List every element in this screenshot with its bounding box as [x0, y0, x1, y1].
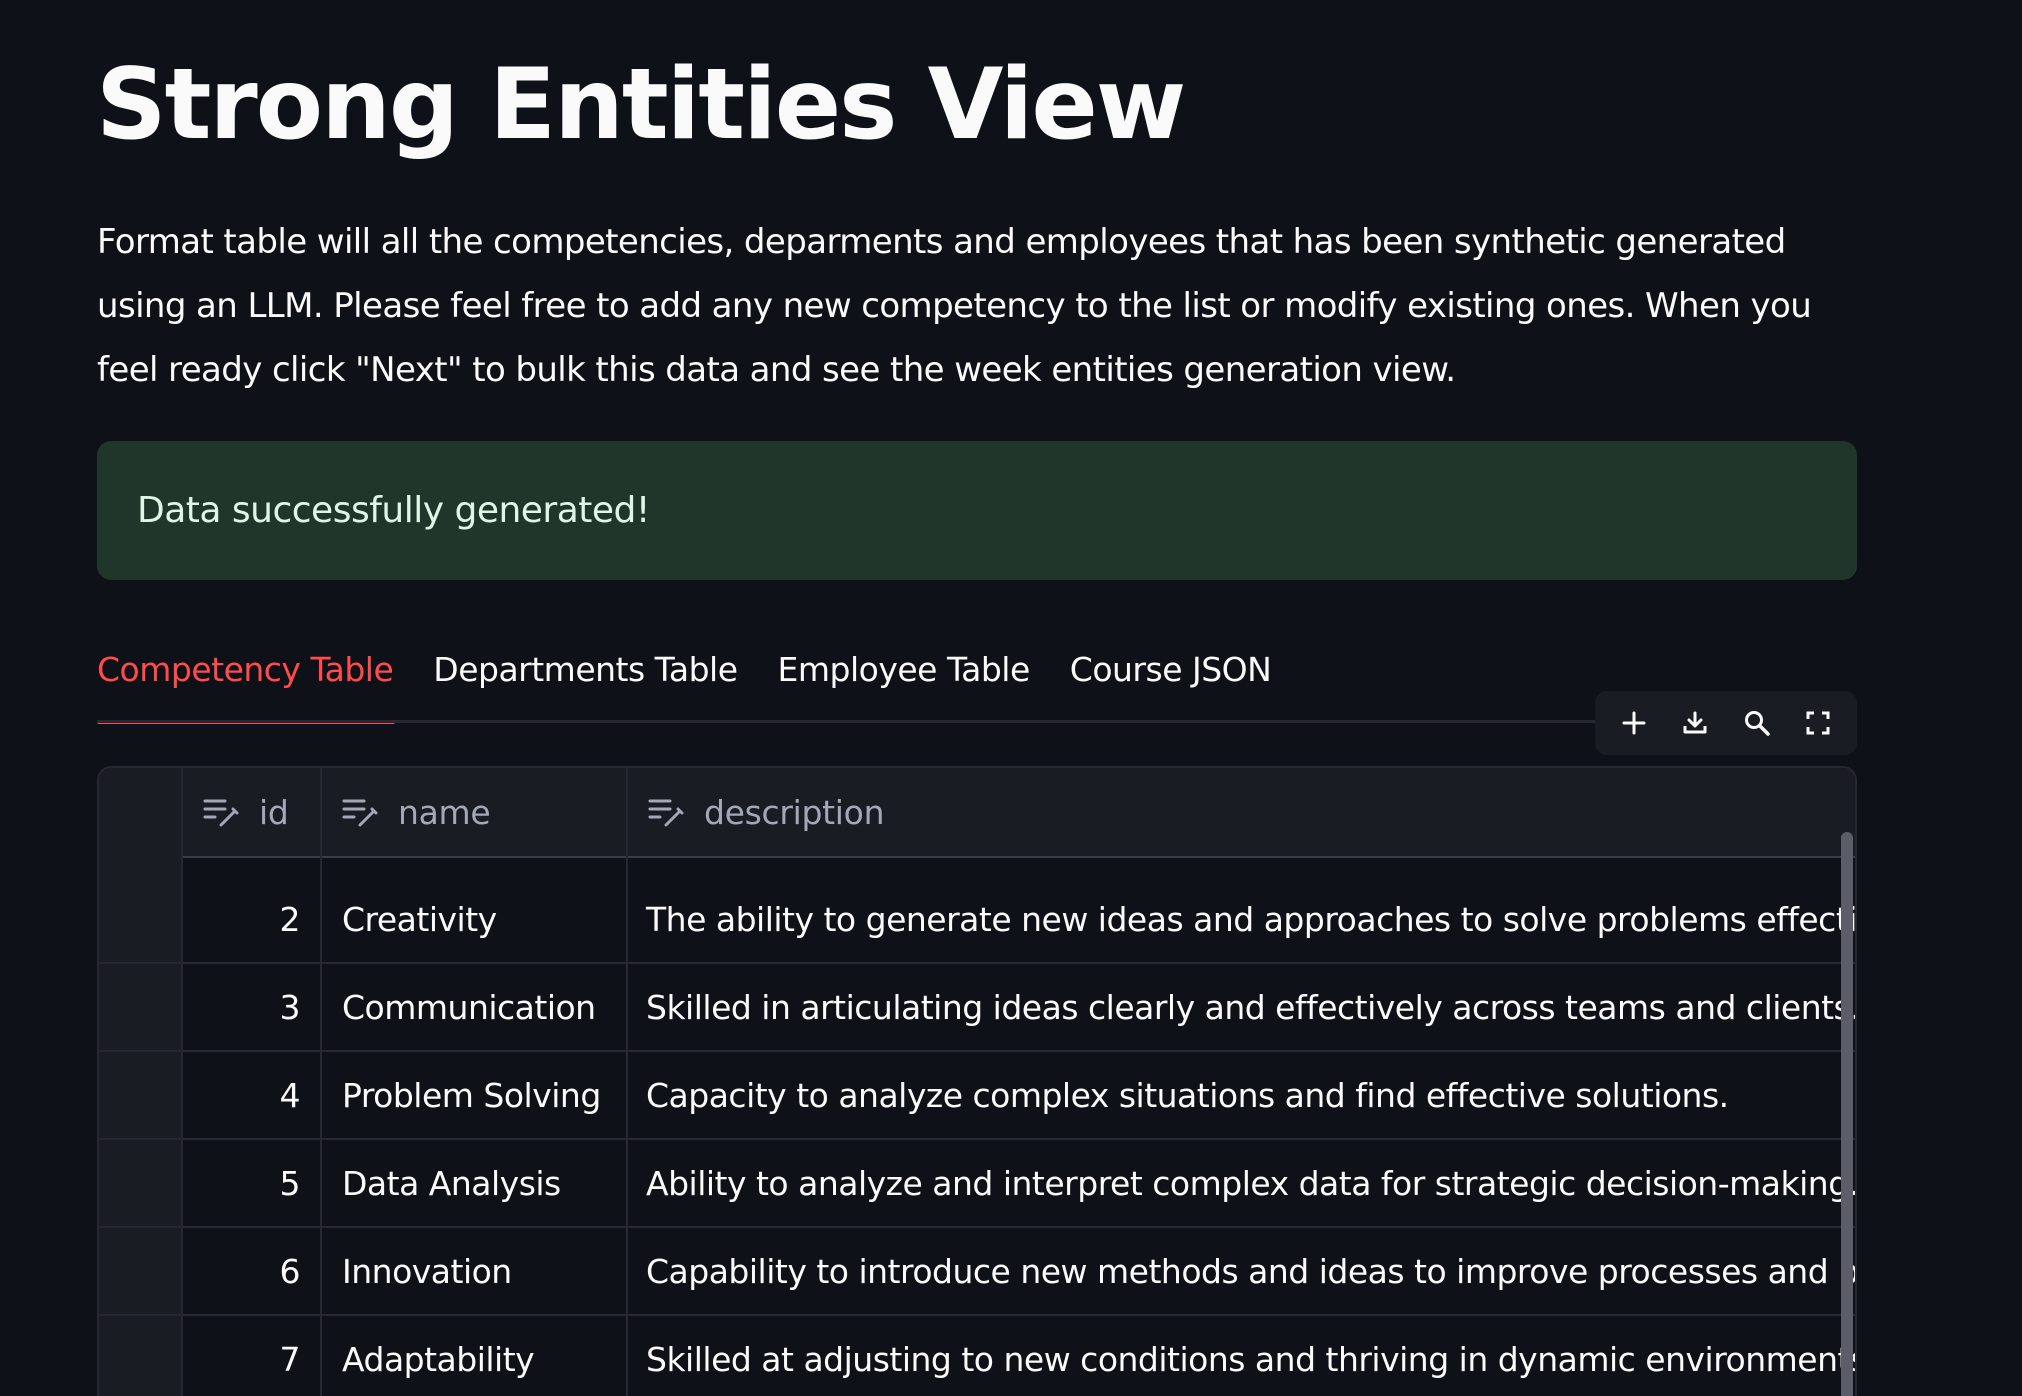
download-button[interactable]	[1671, 699, 1719, 747]
fullscreen-icon	[1806, 711, 1830, 735]
name-cell[interactable]: Innovation	[342, 1228, 512, 1314]
description-cell[interactable]: Capacity to analyze complex situations a…	[646, 1052, 1729, 1138]
tab-divider	[97, 720, 1597, 723]
tab-bar: Competency Table Departments Table Emplo…	[97, 640, 1311, 726]
data-table[interactable]: id name description 2 Creativity The abi…	[97, 766, 1857, 1396]
name-cell[interactable]: Data Analysis	[342, 1140, 561, 1226]
search-icon	[1744, 711, 1770, 736]
table-row[interactable]: 2 Creativity The ability to generate new…	[99, 876, 1855, 964]
tab-course-json[interactable]: Course JSON	[1070, 640, 1272, 726]
table-row[interactable]: 6 Innovation Capability to introduce new…	[99, 1228, 1855, 1316]
table-row[interactable]: 4 Problem Solving Capacity to analyze co…	[99, 1052, 1855, 1140]
name-cell[interactable]: Creativity	[342, 876, 497, 962]
download-icon	[1683, 711, 1707, 734]
table-row[interactable]: 7 Adaptability Skilled at adjusting to n…	[99, 1316, 1856, 1396]
column-header-name[interactable]: name	[342, 768, 491, 856]
id-cell[interactable]: 4	[183, 1052, 301, 1138]
id-cell[interactable]: 2	[183, 876, 301, 962]
table-toolbar	[1595, 691, 1857, 755]
id-cell[interactable]: 6	[183, 1228, 301, 1314]
search-button[interactable]	[1733, 699, 1781, 747]
id-cell[interactable]: 7	[183, 1316, 301, 1396]
app-page: Strong Entities View Format table will a…	[0, 0, 2022, 1396]
add-row-button[interactable]	[1610, 699, 1658, 747]
description-cell[interactable]: Ability to analyze and interpret complex…	[646, 1140, 1855, 1226]
column-divider	[320, 768, 322, 1396]
page-title: Strong Entities View	[96, 48, 1186, 162]
name-cell[interactable]: Problem Solving	[342, 1052, 601, 1138]
tab-competency-table[interactable]: Competency Table	[97, 640, 396, 726]
description-cell[interactable]: Capability to introduce new methods and …	[646, 1228, 1855, 1314]
fullscreen-button[interactable]	[1794, 699, 1842, 747]
success-alert-text: Data successfully generated!	[137, 490, 650, 531]
success-alert: Data successfully generated!	[97, 441, 1857, 580]
name-cell[interactable]: Adaptability	[342, 1316, 535, 1396]
column-header-id[interactable]: id	[203, 768, 289, 856]
table-row[interactable]: 3 Communication Skilled in articulating …	[99, 964, 1855, 1052]
column-divider	[181, 768, 183, 1396]
description-cell[interactable]: Skilled in articulating ideas clearly an…	[646, 964, 1855, 1050]
table-row[interactable]: 5 Data Analysis Ability to analyze and i…	[99, 1140, 1855, 1228]
id-cell[interactable]: 3	[183, 964, 301, 1050]
name-cell[interactable]: Communication	[342, 964, 596, 1050]
description-cell[interactable]: The ability to generate new ideas and ap…	[646, 876, 1855, 962]
edit-column-icon	[342, 795, 378, 829]
edit-column-icon	[203, 795, 239, 829]
table-header: id name description	[99, 768, 1855, 858]
table-scrollbar[interactable]	[1841, 832, 1853, 1396]
column-divider	[626, 768, 628, 1396]
column-header-label: id	[259, 792, 289, 832]
column-header-label: description	[704, 792, 885, 832]
tab-departments-table[interactable]: Departments Table	[433, 640, 738, 726]
description-cell[interactable]: Skilled at adjusting to new conditions a…	[646, 1316, 1855, 1396]
tab-employee-table[interactable]: Employee Table	[778, 640, 1031, 726]
column-header-label: name	[398, 792, 491, 832]
column-header-description[interactable]: description	[648, 768, 884, 856]
add-row-icon	[1622, 711, 1646, 735]
page-description: Format table will all the competencies, …	[97, 222, 1812, 390]
edit-column-icon	[648, 795, 684, 829]
id-cell[interactable]: 5	[183, 1140, 301, 1226]
